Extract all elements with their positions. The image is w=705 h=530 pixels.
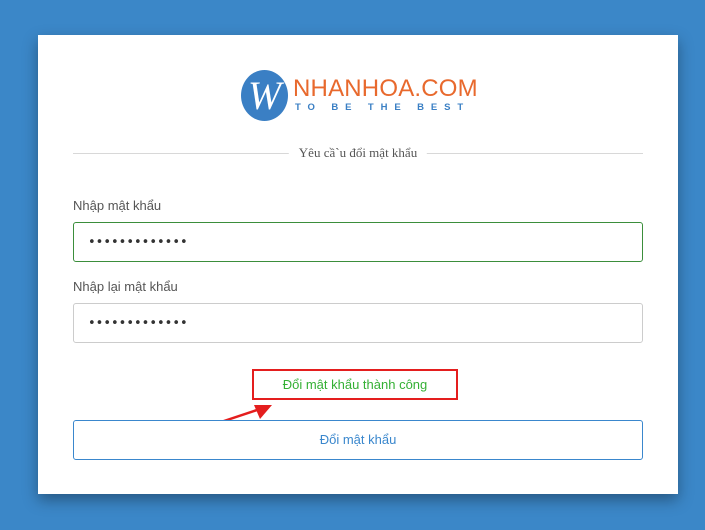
confirm-password-field[interactable] [73,303,643,343]
change-password-button[interactable]: Đổi mật khẩu [73,420,643,460]
success-message: Đổi mật khẩu thành công [252,369,458,400]
logo-tagline: TO BE THE BEST [295,102,471,113]
logo-name: NHANHOA.COM [293,75,478,102]
change-password-card: W NHANHOA.COM TO BE THE BEST Yêu cầ`u đổ… [38,35,678,494]
password-label: Nhập mật khẩu [73,198,162,213]
password-field[interactable] [73,222,643,262]
brand-logo: W NHANHOA.COM TO BE THE BEST [241,69,481,123]
form-heading-divider: Yêu cầ`u đổi mật khẩu [73,143,643,163]
form-heading: Yêu cầ`u đổi mật khẩu [288,143,428,163]
confirm-password-label: Nhập lại mật khẩu [73,279,178,294]
logo-w-icon: W [241,70,288,121]
